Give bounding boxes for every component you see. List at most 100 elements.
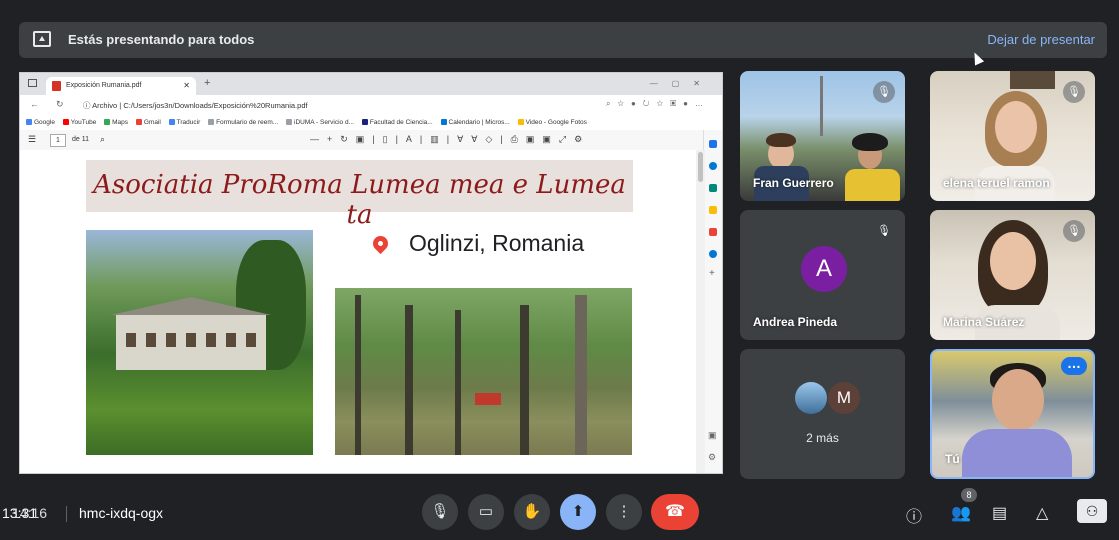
- window-controls[interactable]: —▢✕: [650, 79, 714, 88]
- raise-hand-button[interactable]: ✋: [514, 494, 550, 530]
- tab-title: Exposición Rumania.pdf: [66, 82, 142, 89]
- sidebar-copilot-icon[interactable]: [709, 162, 717, 170]
- mic-off-icon: 🎙: [1063, 220, 1085, 242]
- bookmark-item[interactable]: Traducir: [168, 119, 200, 126]
- sidebar-search-icon[interactable]: [709, 140, 717, 148]
- close-tab-icon[interactable]: ✕: [183, 81, 190, 90]
- camera-icon: ▭: [478, 503, 494, 520]
- search-icon[interactable]: ⌕: [100, 134, 105, 145]
- microphone-button[interactable]: 🎙: [422, 494, 458, 530]
- shared-screen: Exposición Rumania.pdf ✕ + —▢✕ ← ↻ ⓘ Arc…: [19, 72, 723, 474]
- browser-tab[interactable]: Exposición Rumania.pdf ✕: [46, 77, 196, 95]
- presenting-banner: Estás presentando para todos Dejar de pr…: [19, 22, 1107, 58]
- reload-icon[interactable]: ↻: [56, 99, 64, 110]
- location-pin-icon: [369, 232, 392, 255]
- participant-tile[interactable]: 🎙 elena teruel ramon: [930, 71, 1095, 201]
- people-icon: 👥: [951, 505, 971, 522]
- sidebar-outlook-icon[interactable]: [709, 250, 717, 258]
- slide-banner: Asociatia ProRoma Lumea mea e Lumea ta: [86, 160, 633, 230]
- bookmark-item[interactable]: Formulario de reem...: [208, 119, 278, 126]
- mic-off-icon: 🎙: [877, 225, 891, 237]
- pdf-page: Asociatia ProRoma Lumea mea e Lumea ta O…: [20, 150, 696, 473]
- participant-name: elena teruel ramon: [943, 176, 1050, 190]
- mic-off-icon: 🎙: [1063, 81, 1085, 103]
- chat-icon: ▤: [992, 505, 1008, 522]
- hand-icon: ✋: [522, 503, 542, 520]
- more-avatars: M: [795, 379, 875, 419]
- more-vert-icon: ⋮: [616, 503, 632, 520]
- contents-icon[interactable]: ☰: [28, 134, 36, 145]
- avatar: M: [828, 382, 860, 414]
- browser-tab-bar: Exposición Rumania.pdf ✕ + —▢✕: [20, 73, 722, 95]
- mic-off-icon: 🎙: [873, 81, 895, 103]
- participant-tile[interactable]: 🎙 Marina Suárez: [930, 210, 1095, 340]
- lock-person-icon: ⚇: [1085, 503, 1099, 519]
- people-button[interactable]: 👥: [951, 503, 971, 523]
- address-bar: ← ↻ ⓘ Archivo | C:/Users/jos3n/Downloads…: [20, 95, 722, 115]
- avatar: [795, 382, 827, 414]
- shapes-icon: △: [1036, 505, 1049, 522]
- bookmark-item[interactable]: YouTube: [62, 119, 96, 126]
- photo-building: [86, 230, 313, 455]
- page-number-input[interactable]: 1: [50, 134, 66, 147]
- presenting-message: Estás presentando para todos: [68, 32, 255, 47]
- sidebar-office-icon[interactable]: [709, 228, 717, 236]
- chat-button[interactable]: ▤: [992, 503, 1007, 523]
- clock: 13:31 14:16: [2, 505, 48, 521]
- self-tile[interactable]: … Tú: [930, 349, 1095, 479]
- divider: [66, 506, 67, 522]
- meeting-info-button[interactable]: ⓘ: [906, 503, 922, 527]
- bookmarks-bar: Google YouTube Maps Gmail Traducir Formu…: [20, 115, 722, 131]
- bookmark-item[interactable]: iDUMA - Servicio d...: [286, 119, 354, 126]
- end-call-button[interactable]: ☎: [651, 494, 699, 530]
- camera-button[interactable]: ▭: [468, 494, 504, 530]
- address-field[interactable]: ⓘ Archivo | C:/Users/jos3n/Downloads/Exp…: [83, 100, 308, 111]
- phone-icon: ☎: [665, 503, 685, 520]
- more-participants-tile[interactable]: M 2 más: [740, 349, 905, 479]
- back-icon[interactable]: ←: [30, 99, 39, 109]
- participant-name: Marina Suárez: [943, 315, 1025, 329]
- pdf-icon: [52, 81, 61, 91]
- pdf-scrollbar[interactable]: [696, 150, 705, 473]
- bookmark-item[interactable]: Video - Google Fotos: [517, 119, 587, 126]
- microphone-icon: 🎙: [430, 503, 450, 520]
- bookmark-item[interactable]: Maps: [104, 119, 128, 126]
- people-count-badge: 8: [961, 488, 977, 502]
- sidebar-settings-icon[interactable]: ⚙: [708, 452, 716, 463]
- present-icon: ⬆: [571, 503, 585, 520]
- participant-name: Tú: [945, 452, 960, 466]
- present-screen-icon: [33, 31, 51, 47]
- new-tab-button[interactable]: +: [204, 77, 210, 89]
- info-icon: ⓘ: [906, 509, 923, 526]
- sidebar-layout-icon[interactable]: ▣: [708, 430, 717, 441]
- host-controls-button[interactable]: ⚇: [1077, 499, 1107, 523]
- photo-park: [335, 288, 632, 455]
- meeting-code: hmc-ixdq-ogx: [79, 505, 164, 521]
- sidebar-tools-icon[interactable]: [709, 184, 717, 192]
- bookmark-item[interactable]: Google: [26, 119, 55, 126]
- participant-name: Fran Guerrero: [753, 176, 834, 190]
- participant-name: Andrea Pineda: [753, 315, 838, 329]
- browser-sidebar: + ▣ ⚙: [703, 130, 722, 473]
- stop-presenting-button[interactable]: Dejar de presentar: [987, 32, 1095, 47]
- slide-banner-text: Asociatia ProRoma Lumea mea e Lumea ta: [93, 170, 626, 230]
- more-participants-label: 2 más: [806, 431, 839, 445]
- more-options-button[interactable]: …: [1061, 356, 1087, 375]
- present-button[interactable]: ⬆: [560, 494, 596, 530]
- pdf-tool-icons[interactable]: —+↻▣|▯|A|▥|∀∀◇|⎙▣▣⤢⚙: [310, 134, 590, 145]
- location-title: Oglinzi, Romania: [409, 230, 585, 256]
- page-total: de 11: [72, 136, 89, 143]
- participant-tile[interactable]: 🎙 Fran Guerrero: [740, 71, 905, 201]
- more-options-button[interactable]: ⋮: [606, 494, 642, 530]
- participant-tile[interactable]: A 🎙 Andrea Pineda: [740, 210, 905, 340]
- sidebar-add-icon[interactable]: +: [709, 268, 715, 279]
- sidebar-games-icon[interactable]: [709, 206, 717, 214]
- activities-button[interactable]: △: [1036, 503, 1048, 523]
- bookmark-item[interactable]: Calendario | Micros...: [440, 119, 510, 126]
- bookmark-item[interactable]: Gmail: [135, 119, 161, 126]
- tab-actions-icon[interactable]: [28, 79, 37, 87]
- pdf-toolbar: ☰ 1 de 11 ⌕ —+↻▣|▯|A|▥|∀∀◇|⎙▣▣⤢⚙: [20, 130, 705, 151]
- avatar: A: [801, 246, 847, 292]
- address-toolbar-icons[interactable]: ⌕☆●↻☆▣●…: [606, 99, 710, 109]
- bookmark-item[interactable]: Facultad de Ciencia...: [361, 119, 433, 126]
